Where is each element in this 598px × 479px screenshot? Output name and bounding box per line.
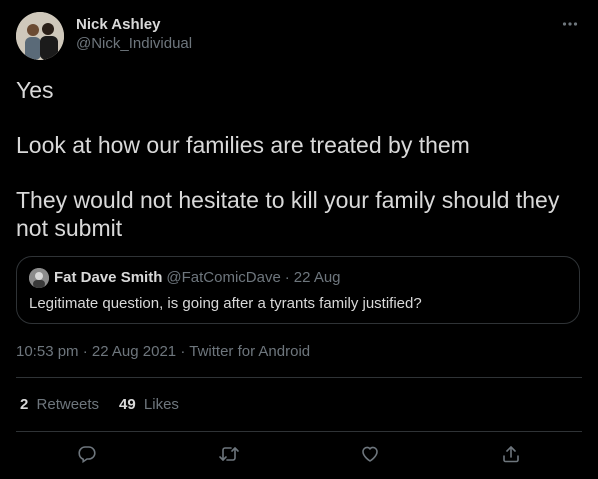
tweet-time[interactable]: 10:53 pm xyxy=(16,343,79,360)
tweet-date[interactable]: 22 Aug 2021 xyxy=(92,343,176,360)
tweet-source[interactable]: Twitter for Android xyxy=(189,343,310,360)
divider xyxy=(16,377,582,378)
author-display-name[interactable]: Nick Ashley xyxy=(76,16,192,34)
tweet-text-line: They would not hesitate to kill your fam… xyxy=(16,187,560,241)
quoted-author-handle: @FatComicDave xyxy=(166,269,281,286)
quoted-tweet[interactable]: Fat Dave Smith @FatComicDave · 22 Aug Le… xyxy=(16,256,580,324)
more-options-icon[interactable] xyxy=(558,12,582,36)
likes-label: Likes xyxy=(143,396,179,413)
retweets-stat[interactable]: 2 Retweets xyxy=(20,395,99,415)
quoted-tweet-header: Fat Dave Smith @FatComicDave · 22 Aug xyxy=(29,268,341,288)
divider xyxy=(16,431,582,432)
share-icon[interactable] xyxy=(499,442,523,466)
author-avatar[interactable] xyxy=(16,12,64,60)
tweet-text-line: Yes xyxy=(16,77,54,103)
meta-separator: · xyxy=(82,343,88,360)
author-handle[interactable]: @Nick_Individual xyxy=(76,34,192,54)
quoted-separator: · xyxy=(284,269,290,286)
tweet-meta: 10:53 pm · 22 Aug 2021 · Twitter for And… xyxy=(16,342,310,362)
likes-stat[interactable]: 49 Likes xyxy=(119,395,179,415)
tweet-actions xyxy=(16,440,582,470)
tweet-text-line: Look at how our families are treated by … xyxy=(16,132,470,158)
reply-icon[interactable] xyxy=(75,442,99,466)
tweet-text: Yes Look at how our families are treated… xyxy=(16,76,582,269)
tweet-stats: 2 Retweets 49 Likes xyxy=(20,395,199,415)
author-names: Nick Ashley @Nick_Individual xyxy=(76,16,192,54)
meta-separator: · xyxy=(180,343,186,360)
retweets-count: 2 xyxy=(20,396,29,413)
quoted-author-avatar xyxy=(29,268,49,288)
retweets-label: Retweets xyxy=(36,396,100,413)
quoted-date: 22 Aug xyxy=(293,269,341,286)
quoted-tweet-text: Legitimate question, is going after a ty… xyxy=(29,295,422,312)
like-icon[interactable] xyxy=(358,442,382,466)
quoted-author-name: Fat Dave Smith xyxy=(54,269,163,286)
likes-count: 49 xyxy=(119,396,136,413)
tweet-header: Nick Ashley @Nick_Individual xyxy=(16,12,582,64)
retweet-icon[interactable] xyxy=(217,442,241,466)
